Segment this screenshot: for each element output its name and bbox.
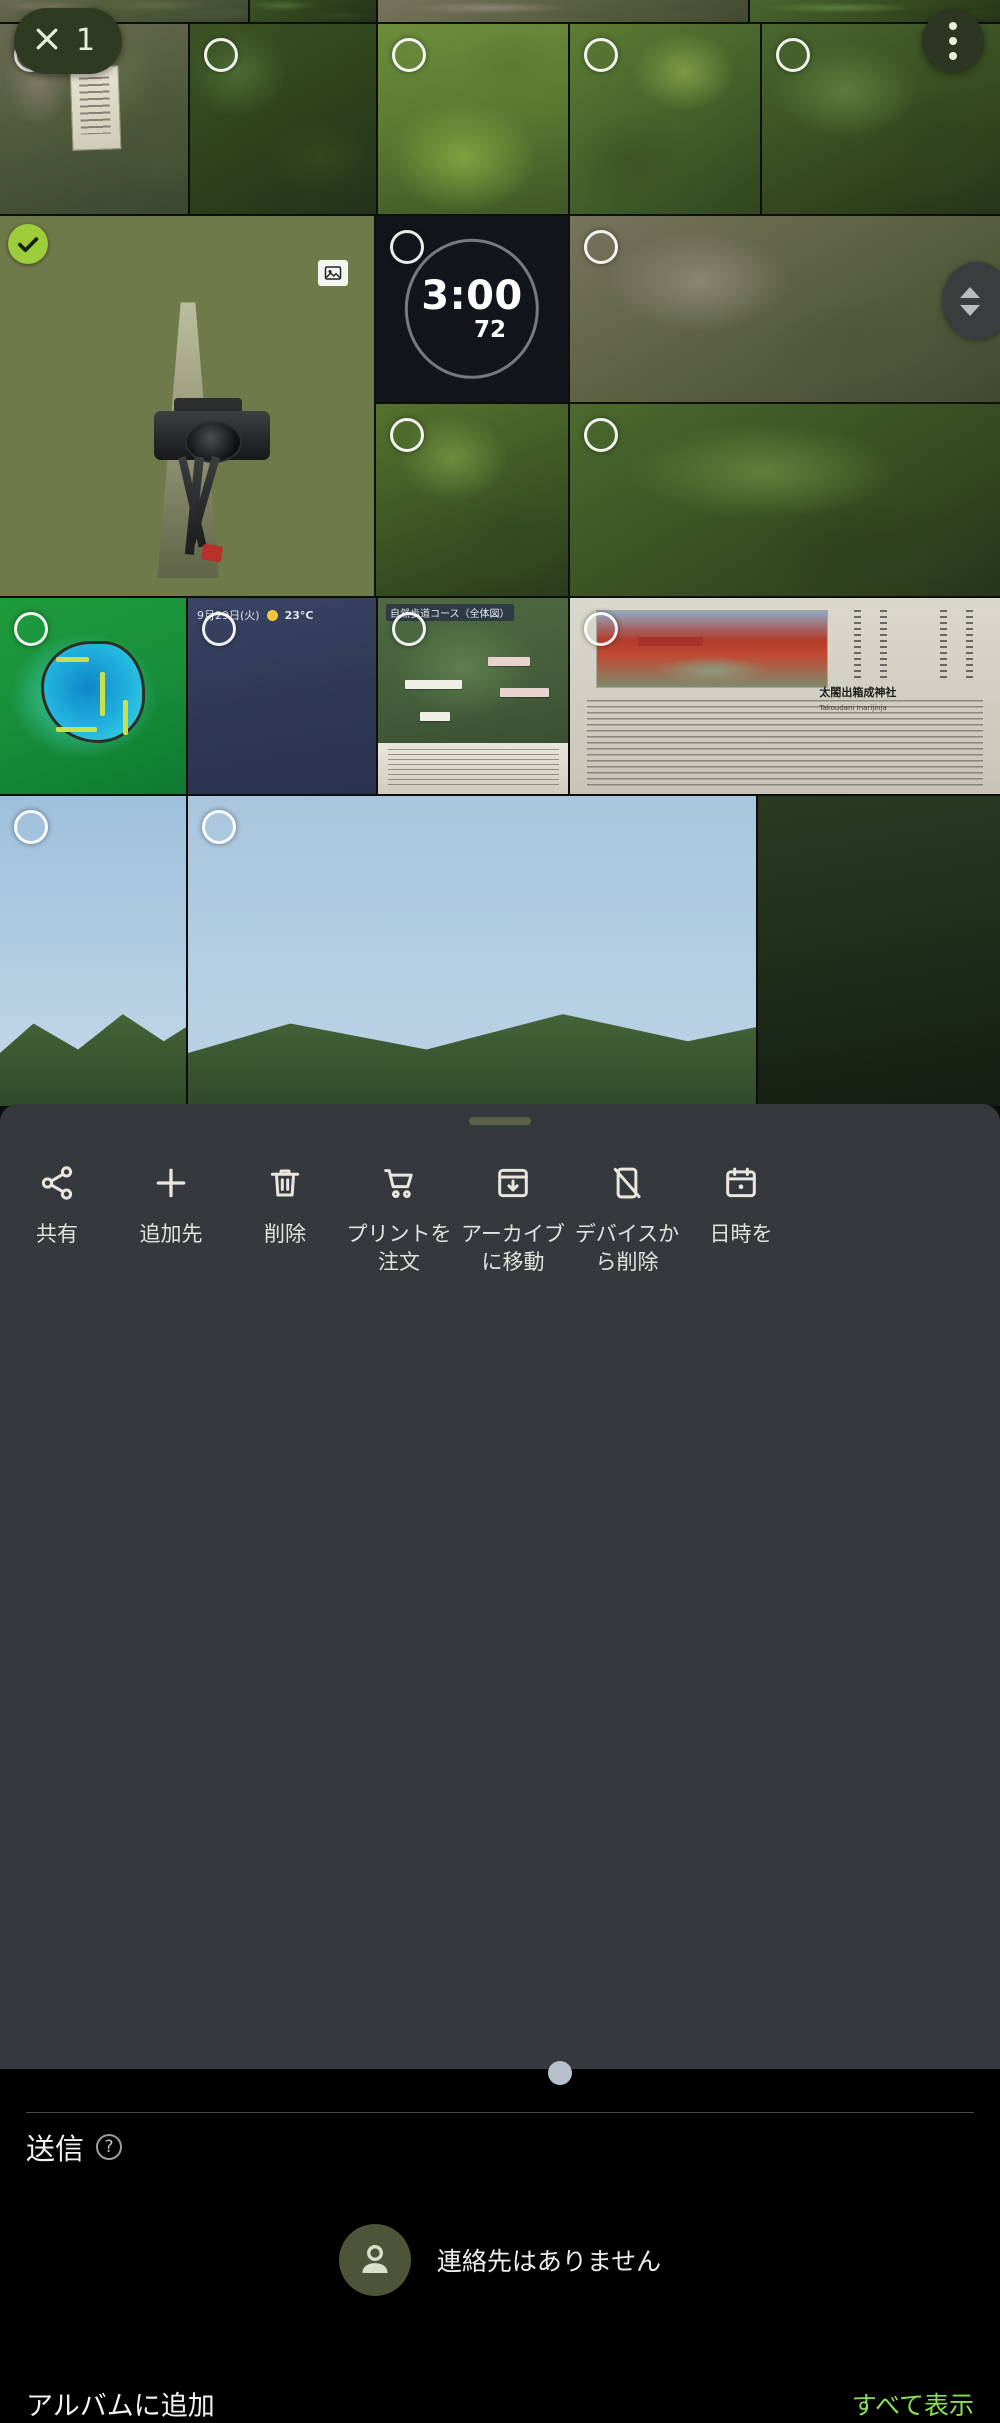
grid-tile[interactable]: [570, 404, 1000, 596]
grid-tile[interactable]: [376, 404, 568, 596]
select-circle-icon[interactable]: [202, 612, 236, 646]
photo-thumbnail: [570, 216, 1000, 402]
action-label: 日時を: [709, 1222, 773, 1246]
grid-tile[interactable]: [570, 216, 1000, 402]
board-text-block: [378, 743, 568, 794]
grid-tile[interactable]: 3:00 72: [376, 216, 568, 402]
selection-close-chip[interactable]: 1: [14, 8, 122, 74]
avatar: [338, 2224, 411, 2296]
select-circle-icon[interactable]: [390, 230, 424, 264]
action-label: デバイスから削除: [574, 1222, 680, 1274]
grid-tile[interactable]: [378, 0, 748, 22]
album-section: アルバムに追加 すべて表示: [26, 2384, 974, 2423]
select-circle-icon[interactable]: [14, 810, 48, 844]
archive-icon: [494, 1162, 532, 1204]
grid-tile[interactable]: [758, 796, 1000, 1106]
action-label: アーカイブに移動: [461, 1222, 565, 1274]
action-edit-date[interactable]: 日時を: [684, 1142, 798, 1249]
select-circle-icon[interactable]: [584, 230, 618, 264]
grid-tile[interactable]: 9月29日(火) 23°C: [188, 598, 376, 794]
close-icon[interactable]: [32, 24, 62, 58]
select-circle-icon[interactable]: [204, 38, 238, 72]
torii-gate: [638, 636, 703, 646]
trash-icon: [266, 1162, 304, 1204]
grid-tile[interactable]: [570, 24, 760, 214]
action-row[interactable]: 共有 追加先 削除 プリントを注文 アーカイブに移動 デバイスから削除 日時を: [0, 1142, 1000, 1322]
phone-off-icon: [608, 1162, 646, 1204]
select-circle-icon[interactable]: [584, 38, 618, 72]
action-label: 削除: [264, 1222, 306, 1246]
photo-thumbnail: [758, 796, 1000, 1106]
send-section-header: 送信 ?: [26, 2126, 123, 2168]
share-icon: [38, 1162, 76, 1204]
drag-handle[interactable]: [469, 1117, 531, 1125]
calendar-icon: [722, 1162, 760, 1204]
action-label: プリントを注文: [346, 1222, 452, 1274]
photo-badge-icon: [318, 260, 348, 286]
grid-tile[interactable]: [190, 24, 376, 214]
photo-thumbnail: 太閤出箱成神社 Takoudani Inarijinja: [570, 598, 1000, 794]
action-row-scroll-indicator: [548, 2061, 572, 2085]
up-arrow-icon: [960, 286, 980, 298]
grid-tile[interactable]: [0, 598, 186, 794]
timer-readout: 3:00 72: [421, 276, 523, 342]
grid-tile[interactable]: [188, 796, 756, 1106]
timer-time: 3:00: [421, 273, 523, 319]
photo-thumbnail: [570, 404, 1000, 596]
action-label: 追加先: [139, 1222, 203, 1246]
select-circle-icon[interactable]: [776, 38, 810, 72]
album-section-label: アルバムに追加: [26, 2391, 215, 2422]
grid-tile[interactable]: [0, 796, 186, 1106]
grid-tile[interactable]: [250, 0, 376, 22]
down-arrow-icon: [960, 304, 980, 316]
grid-tile[interactable]: 自然歩道コース（全体図）: [378, 598, 568, 794]
photo-thumbnail: [250, 0, 376, 22]
sheet-divider: [26, 2112, 974, 2113]
help-circle-icon[interactable]: ?: [96, 2134, 123, 2160]
weather-temp: 23°C: [284, 608, 314, 622]
contacts-empty-state[interactable]: 連絡先はありません: [0, 2224, 1000, 2296]
sun-icon: [266, 609, 278, 621]
contacts-empty-label: 連絡先はありません: [436, 2247, 662, 2276]
select-circle-icon[interactable]: [202, 810, 236, 844]
action-delete[interactable]: 削除: [228, 1142, 342, 1249]
select-circle-icon[interactable]: [392, 38, 426, 72]
shrine-photo: [595, 609, 828, 689]
selected-count: 1: [76, 23, 96, 58]
share-bottom-sheet: 共有 追加先 削除 プリントを注文 アーカイブに移動 デバイスから削除 日時を …: [0, 1104, 1000, 2422]
cart-icon: [380, 1162, 418, 1204]
action-share[interactable]: 共有: [0, 1142, 114, 1249]
see-all-button[interactable]: すべて表示: [852, 2386, 974, 2422]
action-add-to[interactable]: 追加先: [114, 1142, 228, 1249]
shrine-title: 太閤出箱成神社: [819, 686, 897, 700]
send-label: 送信: [26, 2132, 85, 2166]
action-order-print[interactable]: プリントを注文: [342, 1142, 456, 1276]
plus-icon: [152, 1162, 190, 1204]
select-circle-icon[interactable]: [584, 418, 618, 452]
shrine-body-text: [587, 699, 983, 787]
grid-tile[interactable]: 太閤出箱成神社 Takoudani Inarijinja: [570, 598, 1000, 794]
person-icon: [362, 2245, 388, 2273]
photo-thumbnail: [378, 0, 748, 22]
select-circle-icon[interactable]: [392, 612, 426, 646]
photo-detail-sign: [69, 64, 122, 151]
action-label: 共有: [36, 1222, 78, 1246]
action-archive[interactable]: アーカイブに移動: [456, 1142, 570, 1276]
photo-thumbnail: [188, 796, 756, 1106]
selected-check-icon[interactable]: [8, 224, 48, 264]
grid-tile[interactable]: [378, 24, 568, 214]
action-remove-from-device[interactable]: デバイスから削除: [570, 1142, 684, 1276]
select-circle-icon[interactable]: [584, 612, 618, 646]
grid-tile-selected[interactable]: [0, 216, 374, 596]
select-circle-icon[interactable]: [14, 612, 48, 646]
timer-sub: 72: [473, 317, 506, 343]
select-circle-icon[interactable]: [390, 418, 424, 452]
more-vert-icon[interactable]: [922, 10, 984, 72]
